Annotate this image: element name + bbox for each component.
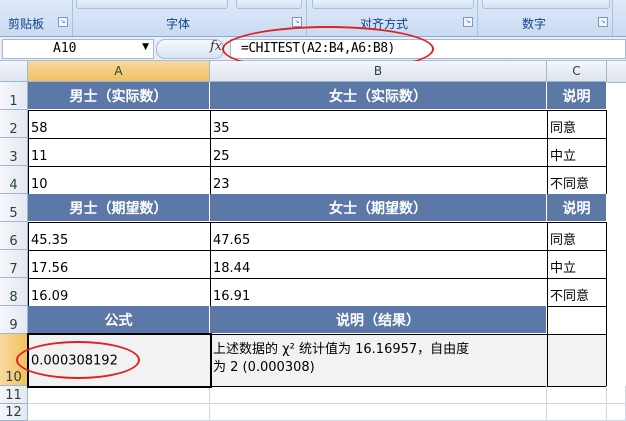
cell-c6[interactable]: 同意 [547,222,607,251]
row-header-2[interactable]: 2 [0,110,28,138]
font-launcher-icon[interactable]: ↘ [292,17,302,27]
cell-b6[interactable]: 47.65 [210,222,548,251]
insert-function-icon[interactable]: fx [210,39,222,54]
column-header-a[interactable]: A [28,61,210,82]
cell-d12[interactable] [607,404,626,421]
row-header-3[interactable]: 3 [0,138,28,166]
formula-text: =CHITEST(A2:B4,A6:B8) [241,41,395,56]
cell-b4[interactable]: 23 [210,166,548,195]
cell-a12[interactable] [28,404,210,421]
cell-a9[interactable]: 公式 [28,306,210,334]
alignment-controls-row[interactable] [312,0,474,9]
formula-bar: A10 ▼ fx =CHITEST(A2:B4,A6:B8) [0,37,626,61]
cell-c3[interactable]: 中立 [547,138,607,167]
group-label-number: 数字 [522,17,547,31]
cell-c8[interactable]: 不同意 [547,278,607,307]
select-all-corner[interactable] [0,61,28,82]
cell-b11[interactable] [210,386,547,404]
cell-c2[interactable]: 同意 [547,110,607,139]
cell-c4[interactable]: 不同意 [547,166,607,195]
group-separator [306,0,307,36]
row-header-6[interactable]: 6 [0,222,28,250]
group-separator [477,0,478,36]
font-controls-row[interactable] [76,0,228,9]
column-header-b[interactable]: B [210,61,547,82]
row-header-8[interactable]: 8 [0,278,28,306]
group-separator [72,0,73,36]
cell-b1[interactable]: 女士（实际数） [210,82,547,110]
cell-a4[interactable]: 10 [28,166,211,195]
font-controls-row-2[interactable] [236,0,302,9]
cell-b10-text: 上述数据的 χ² 统计值为 16.16957，自由度 为 2 (0.000308… [213,342,470,375]
cell-a3[interactable]: 11 [28,138,211,167]
name-box-dropdown-icon[interactable]: ▼ [142,42,149,52]
cell-a6[interactable]: 45.35 [28,222,211,251]
cell-c5[interactable]: 说明 [547,194,607,222]
row-header-1[interactable]: 1 [0,82,28,110]
cell-b3[interactable]: 25 [210,138,548,167]
name-box-value: A10 [53,41,77,56]
cell-a2[interactable]: 58 [28,110,211,139]
cell-a7[interactable]: 17.56 [28,250,211,279]
name-box[interactable]: A10 ▼ [2,39,154,59]
cell-b7[interactable]: 18.44 [210,250,548,279]
cell-c1[interactable]: 说明 [547,82,607,110]
cell-a11[interactable] [28,386,210,404]
number-controls-row[interactable] [482,0,610,9]
formula-input[interactable]: =CHITEST(A2:B4,A6:B8) [230,39,626,59]
group-label-font: 字体 [166,17,191,31]
row-header-5[interactable]: 5 [0,194,28,222]
cell-b8[interactable]: 16.91 [210,278,548,307]
row-header-4[interactable]: 4 [0,166,28,194]
row-header-11[interactable]: 11 [0,386,28,404]
group-separator [612,0,613,36]
row-header-9[interactable]: 9 [0,306,28,334]
cell-b2[interactable]: 35 [210,110,548,139]
cell-b12[interactable] [210,404,547,421]
cell-a1[interactable]: 男士（实际数） [28,82,210,110]
row-header-7[interactable]: 7 [0,250,28,278]
cell-c7[interactable]: 中立 [547,250,607,279]
cell-d11[interactable] [607,386,626,404]
row-header-12[interactable]: 12 [0,404,28,421]
cell-a8[interactable]: 16.09 [28,278,211,307]
cell-a10[interactable]: 0.000308192 [28,334,211,387]
number-launcher-icon[interactable]: ↘ [598,17,608,27]
cell-c9[interactable] [547,306,607,335]
cell-b10[interactable]: 上述数据的 χ² 统计值为 16.16957，自由度 为 2 (0.000308… [210,334,548,387]
ribbon: 剪贴板 ↘ 字体 ↘ 对齐方式 ↘ 数字 ↘ [0,0,626,37]
cell-a5[interactable]: 男士（期望数） [28,194,210,222]
column-header-c[interactable]: C [547,61,607,82]
cell-b9[interactable]: 说明（结果） [210,306,547,334]
cell-c12[interactable] [547,404,607,421]
group-label-alignment: 对齐方式 [360,17,409,31]
clipboard-launcher-icon[interactable]: ↘ [58,17,68,27]
cell-c10[interactable] [547,334,607,387]
alignment-launcher-icon[interactable]: ↘ [463,17,473,27]
group-label-clipboard: 剪贴板 [8,17,45,31]
cell-c11[interactable] [547,386,607,404]
cell-b5[interactable]: 女士（期望数） [210,194,547,222]
row-header-10[interactable]: 10 [0,334,28,386]
